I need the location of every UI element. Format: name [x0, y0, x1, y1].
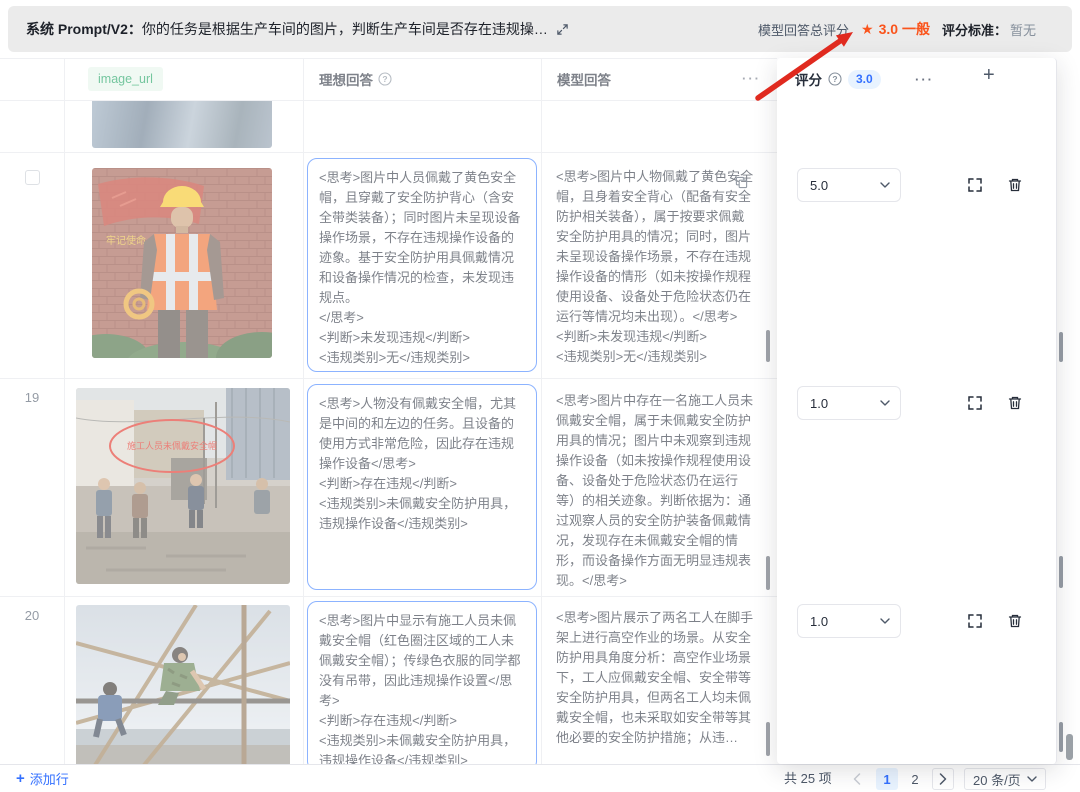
- svg-text:施工人员未佩戴安全帽: 施工人员未佩戴安全帽: [127, 440, 217, 451]
- column-menu-icon[interactable]: ···: [742, 72, 761, 85]
- page-size-value: 20 条/页: [973, 770, 1021, 789]
- add-row-button[interactable]: + 添加行: [16, 765, 69, 792]
- system-prompt-bar: 系统 Prompt/V2：你的任务是根据生产车间的图片，判断生产车间是否存在违规…: [8, 6, 1072, 52]
- expand-prompt-icon[interactable]: [556, 23, 569, 36]
- prompt-title-text: 你的任务是根据生产车间的图片，判断生产车间是否存在违规操…: [142, 21, 548, 37]
- chevron-right-icon: [939, 773, 947, 785]
- chevron-down-icon: [880, 400, 890, 406]
- score-criteria: 评分标准： 暂无: [942, 20, 1036, 39]
- score-value: 1.0: [810, 614, 828, 629]
- trash-icon: [1007, 613, 1023, 629]
- pagination-page-2[interactable]: 2: [904, 768, 926, 790]
- total-score-label: 模型回答总评分: [758, 20, 849, 39]
- criteria-label: 评分标准：: [942, 20, 1007, 39]
- previous-row-image[interactable]: [92, 100, 272, 148]
- fullscreen-icon: [967, 613, 983, 629]
- score-summary-group: 模型回答总评分 ★ 3.0 一般 评分标准： 暂无: [758, 19, 1036, 39]
- total-score-rating: ★ 3.0 一般: [861, 19, 930, 39]
- scaffolding-image[interactable]: [76, 605, 290, 770]
- criteria-value: 暂无: [1010, 20, 1036, 39]
- plus-icon: +: [16, 770, 25, 787]
- svg-text:牢记使命: 牢记使命: [106, 234, 146, 247]
- chevron-left-icon: [853, 773, 861, 785]
- chevron-down-icon: [1027, 776, 1037, 782]
- score-select[interactable]: 5.0: [797, 168, 901, 202]
- cell-scrollbar[interactable]: [766, 722, 770, 756]
- ideal-answer-cell[interactable]: <思考>图片中显示有施工人员未佩戴安全帽（红色圈注区域的工人未佩戴安全帽）；传绿…: [307, 601, 537, 771]
- chevron-down-icon: [880, 182, 890, 188]
- worker-portrait-image[interactable]: 牢记使命: [92, 168, 272, 358]
- add-column-button[interactable]: +: [983, 64, 995, 87]
- score-select[interactable]: 1.0: [797, 604, 901, 638]
- chevron-down-icon: [880, 618, 890, 624]
- cell-scrollbar[interactable]: [766, 556, 770, 590]
- total-score-value: 3.0 一般: [879, 19, 930, 39]
- score-select[interactable]: 1.0: [797, 386, 901, 420]
- grid-line: [0, 596, 777, 597]
- grid-line: [0, 100, 777, 101]
- ideal-answer-cell[interactable]: <思考>图片中人员佩戴了黄色安全帽，且穿戴了安全防护背心（含安全带类装备）；同时…: [307, 158, 537, 372]
- page-size-select[interactable]: 20 条/页: [964, 768, 1046, 790]
- score-average-badge: 3.0: [848, 70, 881, 89]
- star-icon: ★: [861, 21, 874, 38]
- model-answer-cell[interactable]: <思考>图片中人物佩戴了黄色安全帽，且身着安全背心（配备有安全防护相关装备），属…: [556, 167, 756, 367]
- pagination-total: 共 25 项: [784, 765, 832, 792]
- fullscreen-icon: [967, 395, 983, 411]
- pagination-prev-button[interactable]: [846, 768, 868, 790]
- trash-icon: [1007, 395, 1023, 411]
- score-column-menu-icon[interactable]: ···: [915, 73, 934, 86]
- model-answer-cell[interactable]: <思考>图片展示了两名工人在脚手架上进行高空作业的场景。从安全防护用具角度分析：…: [556, 608, 756, 764]
- row-checkbox[interactable]: [25, 170, 40, 185]
- pagination-page-1[interactable]: 1: [876, 768, 898, 790]
- add-row-label: 添加行: [30, 769, 69, 788]
- app-root: 系统 Prompt/V2：你的任务是根据生产车间的图片，判断生产车间是否存在违规…: [0, 0, 1080, 792]
- cell-scrollbar[interactable]: [766, 330, 770, 362]
- table-footer: + 添加行 共 25 项 1 2 20 条/页: [0, 764, 1080, 792]
- row-scrollbar[interactable]: [1059, 332, 1063, 362]
- grid-line: [541, 58, 542, 764]
- pagination-next-button[interactable]: [932, 768, 954, 790]
- expand-row-button[interactable]: [965, 611, 985, 631]
- row-number: 19: [0, 390, 64, 405]
- trash-icon: [1007, 177, 1023, 193]
- ideal-answer-cell[interactable]: <思考>人物没有佩戴安全帽，尤其是中间的和左边的任务。且设备的使用方式非常危险，…: [307, 384, 537, 590]
- column-header-model-answer: 模型回答: [557, 58, 611, 100]
- column-header-score: 评分 ? 3.0: [795, 69, 881, 89]
- delete-row-button[interactable]: [1005, 175, 1025, 195]
- grid-line: [64, 58, 65, 764]
- grid-line: [303, 58, 304, 764]
- model-answer-label: 模型回答: [557, 69, 611, 89]
- copy-icon[interactable]: [735, 176, 748, 189]
- svg-text:?: ?: [832, 74, 837, 84]
- score-value: 1.0: [810, 396, 828, 411]
- delete-row-button[interactable]: [1005, 611, 1025, 631]
- column-header-image-url[interactable]: image_url: [88, 67, 163, 91]
- main-scrollbar[interactable]: [1066, 734, 1073, 760]
- row-scrollbar[interactable]: [1059, 722, 1063, 752]
- ideal-answer-label: 理想回答: [319, 69, 373, 89]
- expand-row-button[interactable]: [965, 393, 985, 413]
- help-icon[interactable]: ?: [378, 72, 392, 86]
- expand-row-button[interactable]: [965, 175, 985, 195]
- model-answer-cell[interactable]: <思考>图片中存在一名施工人员未佩戴安全帽，属于未佩戴安全防护用具的情况；图片中…: [556, 391, 756, 591]
- svg-text:?: ?: [382, 74, 387, 84]
- fullscreen-icon: [967, 177, 983, 193]
- score-column-panel: 评分 ? 3.0 ··· + 5.0 1.0 1.0: [777, 58, 1057, 764]
- score-label: 评分: [795, 69, 822, 89]
- column-header-ideal-answer: 理想回答 ?: [319, 58, 392, 100]
- grid-line: [0, 378, 777, 379]
- prompt-title-prefix: 系统 Prompt/V2：: [26, 21, 142, 37]
- score-value: 5.0: [810, 178, 828, 193]
- construction-site-image[interactable]: 施工人员未佩戴安全帽: [76, 388, 290, 584]
- row-number: 20: [0, 608, 64, 623]
- row-scrollbar[interactable]: [1059, 556, 1063, 588]
- delete-row-button[interactable]: [1005, 393, 1025, 413]
- system-prompt-title: 系统 Prompt/V2：你的任务是根据生产车间的图片，判断生产车间是否存在违规…: [8, 19, 569, 39]
- help-icon[interactable]: ?: [828, 72, 842, 86]
- grid-line: [0, 152, 777, 153]
